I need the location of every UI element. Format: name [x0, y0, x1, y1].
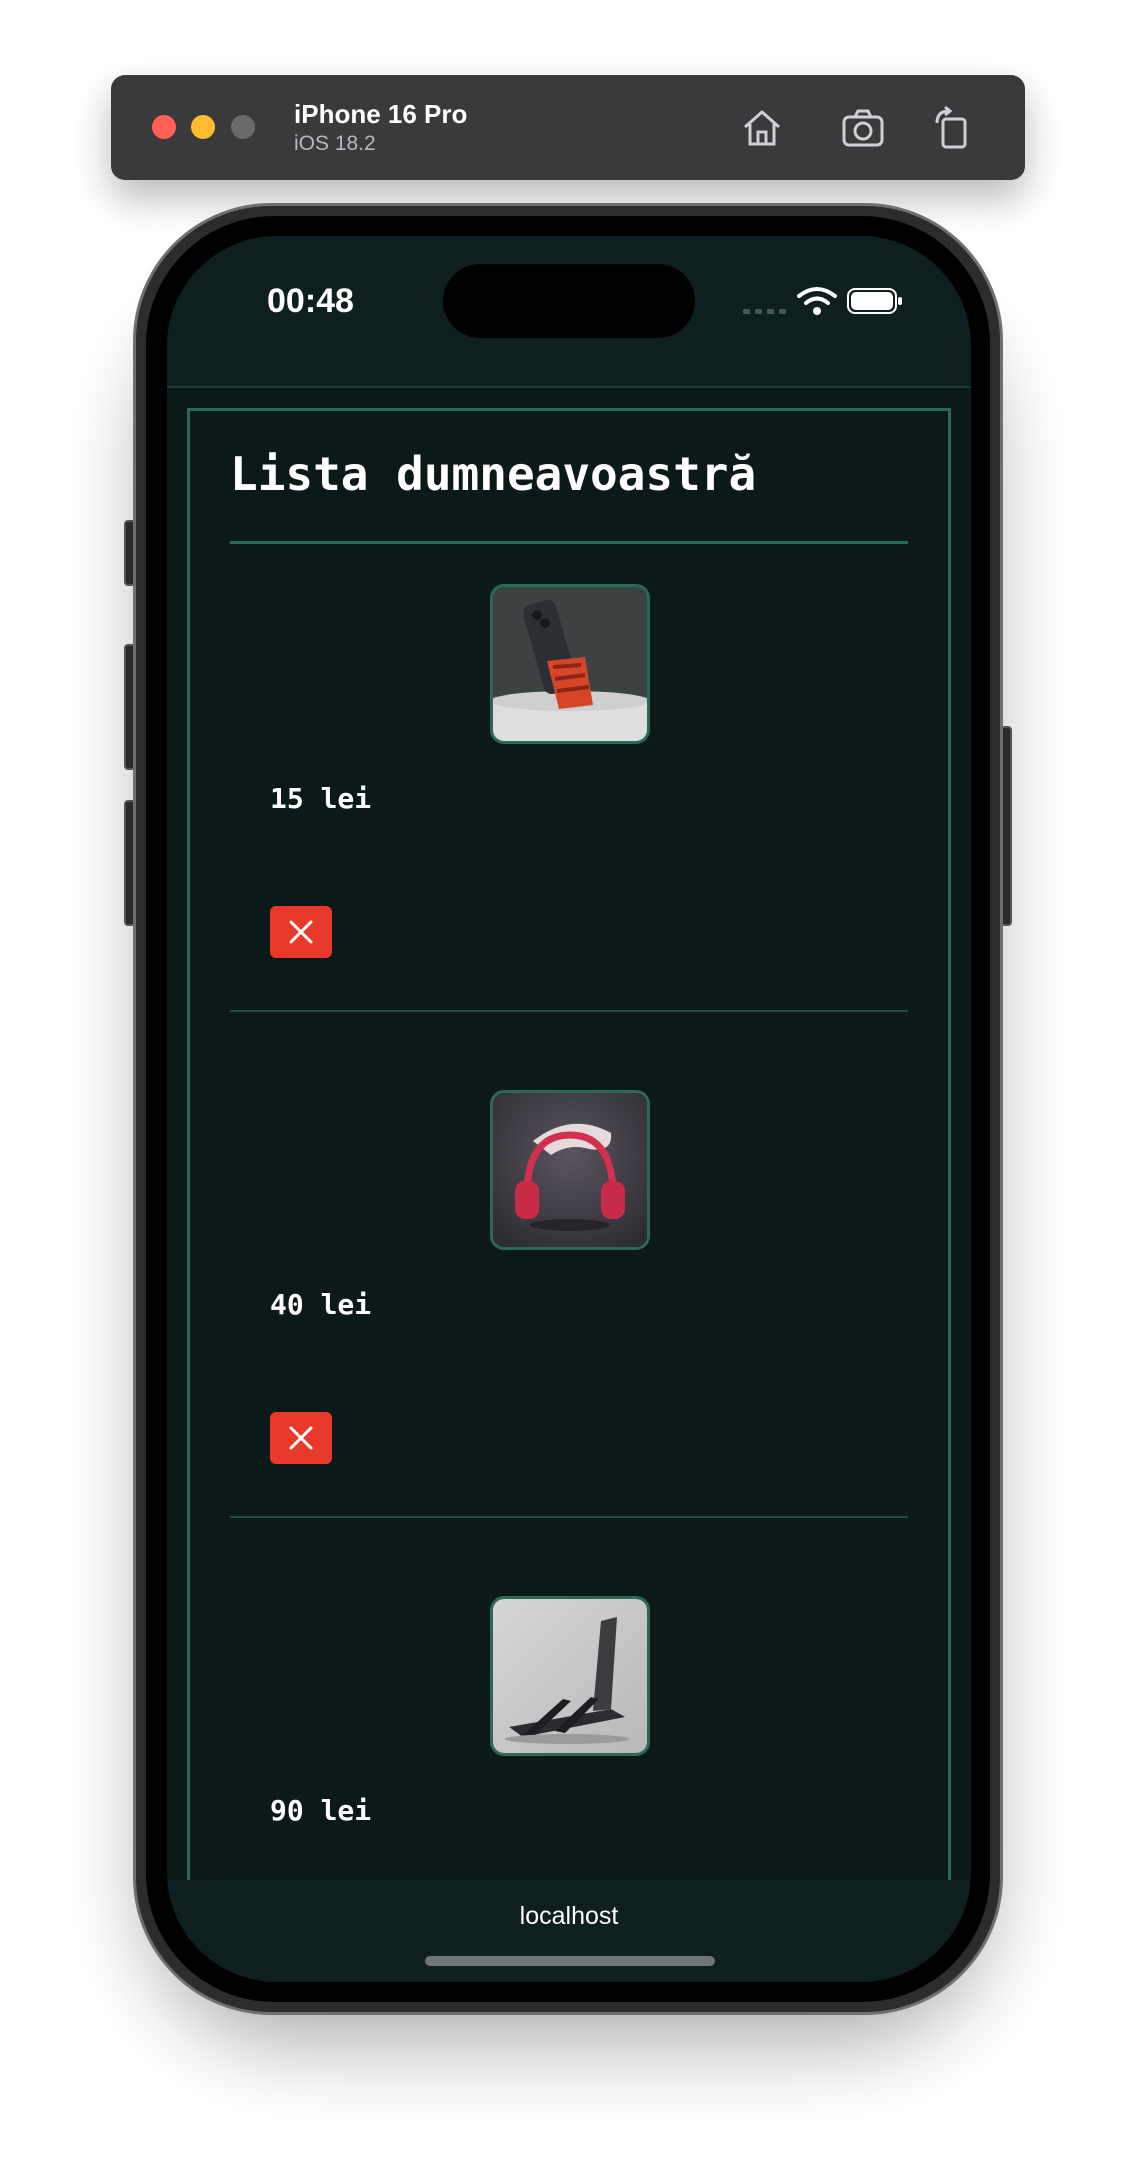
rotate-icon[interactable] [929, 103, 979, 153]
product-image[interactable] [490, 1090, 650, 1250]
zoom-window-button[interactable] [231, 115, 255, 139]
status-bar: 00:48 [167, 236, 971, 360]
laptop-stand-image [493, 1599, 647, 1753]
device-screen: 00:48 Lista dumneavoastră 15 lei 40 lei … [167, 236, 971, 1982]
item-price: 15 lei [270, 782, 372, 815]
headphones-stand-image [493, 1093, 647, 1247]
home-indicator[interactable] [425, 1956, 715, 1966]
product-image[interactable] [490, 584, 650, 744]
url-text[interactable]: localhost [167, 1902, 971, 1931]
phone-stand-image [493, 587, 647, 741]
item-divider [230, 1516, 908, 1518]
page-title: Lista dumneavoastră [230, 447, 757, 501]
dynamic-island [443, 264, 695, 338]
remove-item-button[interactable] [270, 1412, 332, 1464]
device-name: iPhone 16 Pro [294, 99, 468, 129]
status-time: 00:48 [267, 282, 354, 320]
list-item: 40 lei [230, 1050, 908, 1556]
home-icon[interactable] [737, 103, 787, 153]
product-image[interactable] [490, 1596, 650, 1756]
item-price: 40 lei [270, 1288, 372, 1321]
item-divider [230, 1010, 908, 1012]
list-card: Lista dumneavoastră 15 lei 40 lei 90 lei [187, 408, 951, 1968]
close-window-button[interactable] [152, 115, 176, 139]
screenshot-icon[interactable] [838, 103, 888, 153]
browser-address-bar[interactable]: localhost [167, 1880, 971, 1982]
wifi-icon [797, 287, 837, 315]
item-price: 90 lei [270, 1794, 372, 1827]
browser-top-strip [167, 360, 971, 388]
minimize-window-button[interactable] [191, 115, 215, 139]
list-item: 15 lei [230, 544, 908, 1050]
cellular-signal-icon [743, 309, 786, 314]
close-icon [289, 1426, 313, 1450]
simulator-toolbar: iPhone 16 Pro iOS 18.2 [111, 75, 1025, 180]
remove-item-button[interactable] [270, 906, 332, 958]
battery-icon [847, 288, 902, 314]
close-icon [289, 920, 313, 944]
os-version: iOS 18.2 [294, 132, 376, 155]
